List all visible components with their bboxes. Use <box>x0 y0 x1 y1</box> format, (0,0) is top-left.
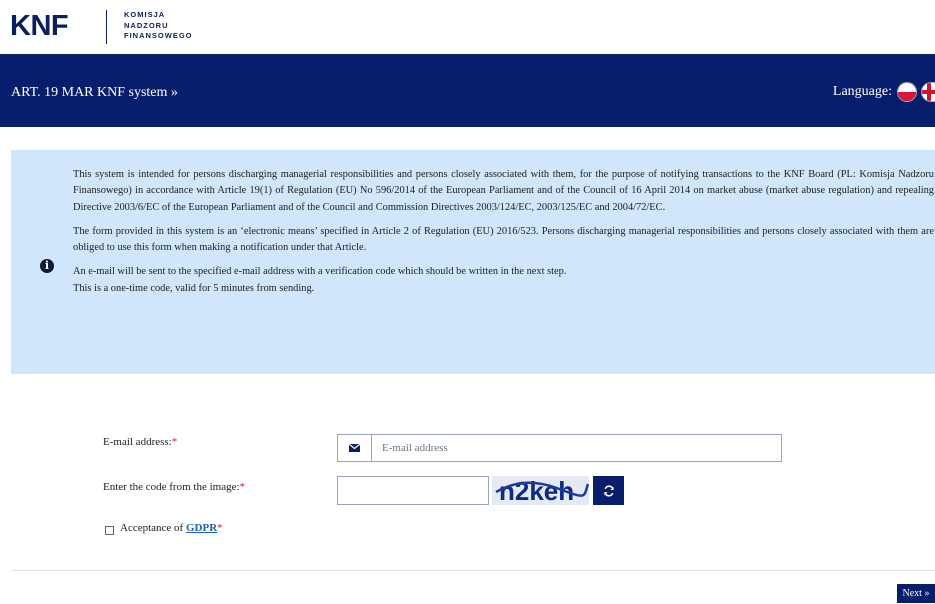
code-label-text: Enter the code from the image: <box>103 481 240 493</box>
logo-divider <box>106 10 107 44</box>
envelope-icon <box>338 435 372 461</box>
logo-line-1: KOMISJA <box>124 10 166 19</box>
gdpr-checkbox[interactable] <box>105 526 114 535</box>
info-box: i This system is intended for persons di… <box>11 150 935 374</box>
language-label: Language: <box>832 84 892 99</box>
logo-subtitle: KOMISJA NADZORU FINANSOWEGO <box>124 10 193 42</box>
logo-line-2: NADZORU <box>124 20 169 30</box>
captcha-code-input[interactable] <box>337 476 489 505</box>
required-mark: * <box>239 481 246 493</box>
info-paragraph-3b: This is a one-time code, valid for 5 min… <box>73 282 315 294</box>
required-mark: * <box>217 522 223 534</box>
info-paragraph-3: An e-mail will be sent to the specified … <box>73 264 934 297</box>
language-switcher: Language: <box>833 83 935 101</box>
logo-line-3: FINANSOWEGO <box>124 31 193 40</box>
refresh-icon <box>603 484 614 497</box>
info-paragraph-2: The form provided in this system is an ‘… <box>73 225 934 254</box>
gdpr-link[interactable]: GDPR <box>186 522 217 534</box>
knf-logo[interactable]: KNF <box>10 11 69 41</box>
email-label-text: E-mail address: <box>103 436 172 448</box>
email-input[interactable] <box>372 435 781 461</box>
code-label: Enter the code from the image:* <box>103 481 245 493</box>
english-flag-icon[interactable] <box>922 83 935 101</box>
page: KNF KOMISJA NADZORU FINANSOWEGO ART. 19 … <box>0 0 935 604</box>
captcha-image: n2keh <box>492 476 589 505</box>
required-mark: * <box>171 436 178 448</box>
info-icon: i <box>40 259 54 273</box>
email-field-group <box>337 434 782 462</box>
refresh-captcha-button[interactable] <box>593 476 624 505</box>
next-button[interactable]: Next » <box>897 584 935 603</box>
logo-bar: KNF KOMISJA NADZORU FINANSOWEGO <box>0 0 935 54</box>
gdpr-label: Acceptance of GDPR* <box>120 522 223 534</box>
info-paragraph-1: This system is intended for persons disc… <box>73 169 934 213</box>
polish-flag-icon[interactable] <box>898 83 916 101</box>
info-paragraph-3a: An e-mail will be sent to the specified … <box>73 266 567 278</box>
email-label: E-mail address:* <box>103 436 177 448</box>
gdpr-prefix: Acceptance of <box>120 522 186 534</box>
info-text: This system is intended for persons disc… <box>73 167 934 297</box>
header-band: ART. 19 MAR KNF system » Language: <box>0 54 935 127</box>
footer-divider <box>11 570 935 571</box>
system-title-link[interactable]: ART. 19 MAR KNF system » <box>11 85 178 101</box>
